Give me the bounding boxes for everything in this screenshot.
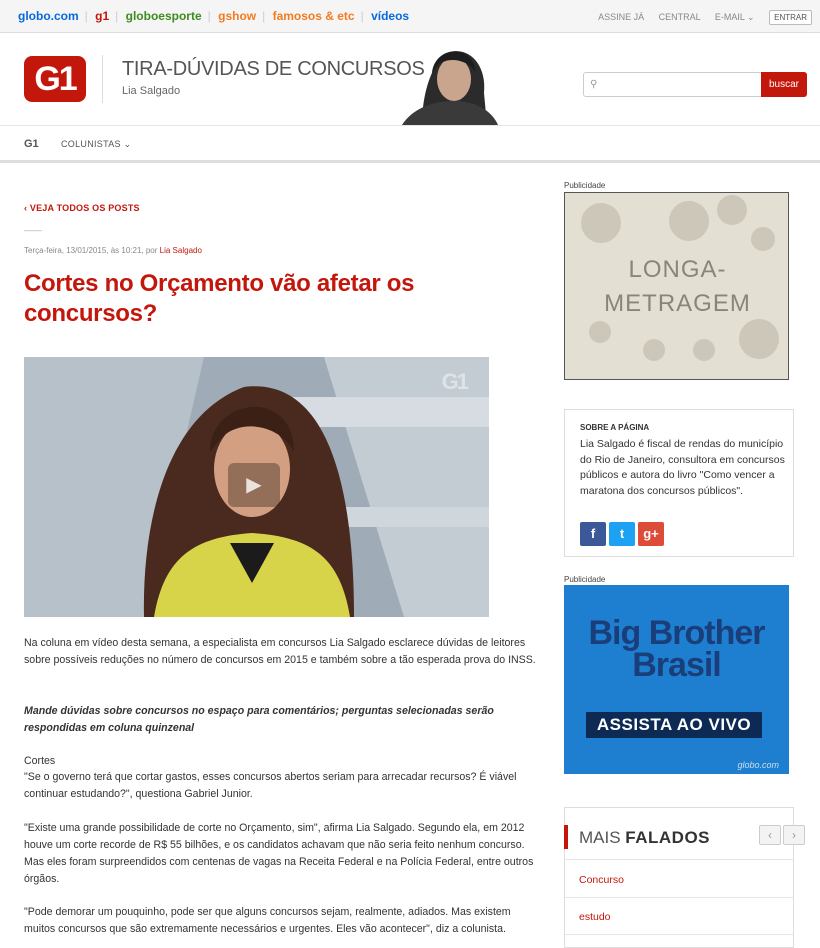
post-author-link[interactable]: Lia Salgado	[160, 246, 202, 255]
header-divider	[102, 55, 103, 103]
ad-label: Publicidade	[564, 575, 606, 584]
ad-photo-bubble	[581, 203, 621, 243]
ad-bbb-line2: Brasil	[632, 646, 722, 684]
mais-prefix: MAIS	[579, 828, 621, 847]
blog-header: G1 TIRA-DÚVIDAS DE CONCURSOS Lia Salgado…	[0, 33, 820, 125]
ad-globo-logo: globo.com	[737, 760, 779, 770]
ad-title: LONGA- METRAGEM	[565, 253, 788, 321]
central-link[interactable]: CENTRAL	[659, 12, 701, 22]
link-gshow[interactable]: gshow	[218, 9, 256, 23]
author-portrait	[402, 51, 498, 125]
colunistas-label: COLUNISTAS	[61, 139, 121, 149]
ad-photo-bubble	[589, 321, 611, 343]
list-item[interactable]: estudo	[579, 911, 611, 923]
paragraph-quote: "Pode demorar um pouquinho, pode ser que…	[24, 906, 511, 935]
prev-arrow-icon[interactable]: ‹	[759, 825, 781, 845]
ad-photo-bubble	[693, 339, 715, 361]
ad-watch-live: ASSISTA AO VIVO	[586, 712, 762, 738]
nav-g1-logo[interactable]: G1	[24, 138, 39, 150]
back-label: VEJA TODOS OS POSTS	[29, 203, 140, 213]
divider	[565, 859, 793, 860]
link-g1[interactable]: g1	[95, 9, 109, 23]
list-item[interactable]: Concurso	[579, 874, 624, 886]
paragraph-answer: "Existe uma grande possibilidade de cort…	[24, 822, 534, 885]
mais-falados-box: MAIS FALADOS ‹ › Concurso estudo	[564, 807, 805, 948]
account-links: ASSINE JÁ CENTRAL E-MAIL ⌄ ENTRAR	[586, 10, 812, 25]
video-player[interactable]: G1 ▶	[24, 357, 489, 617]
facebook-icon[interactable]: f	[580, 522, 606, 546]
link-famosos[interactable]: famosos & etc	[273, 9, 355, 23]
back-to-posts-link[interactable]: ‹ VEJA TODOS OS POSTS	[24, 203, 140, 213]
ad-banner-longa[interactable]: LONGA- METRAGEM	[564, 192, 789, 380]
post-date: Terça-feira, 13/01/2015, às 10:21, por	[24, 246, 158, 255]
chevron-down-icon: ⌄	[123, 139, 132, 149]
divider	[565, 897, 793, 898]
g1-logo[interactable]: G1	[24, 56, 86, 102]
ad-photo-bubble	[751, 227, 775, 251]
link-globo[interactable]: globo.com	[18, 9, 79, 23]
link-globoesporte[interactable]: globoesporte	[126, 9, 202, 23]
separator-dash: ——	[24, 225, 42, 235]
ad-bbb-line1: Big Brother	[588, 614, 766, 652]
post-title: Cortes no Orçamento vão afetar os concur…	[24, 270, 415, 327]
post-meta: Terça-feira, 13/01/2015, às 10:21, por L…	[24, 246, 202, 255]
ad-photo-bubble	[669, 201, 709, 241]
about-box: SOBRE A PÁGINA Lia Salgado é fiscal de r…	[564, 409, 794, 557]
ad-photo-bubble	[643, 339, 665, 361]
divider	[565, 934, 793, 935]
chevron-down-icon: ⌄	[747, 11, 755, 22]
mais-falados-heading: MAIS FALADOS	[579, 828, 710, 848]
email-label: E-MAIL	[714, 11, 745, 22]
search-input[interactable]	[604, 75, 754, 94]
section-heading-cortes: Cortes	[24, 755, 56, 767]
paragraph-cta: Mande dúvidas sobre concursos no espaço …	[24, 705, 494, 734]
search-icon: ⚲	[590, 79, 598, 90]
ad-photo-bubble	[717, 195, 747, 225]
about-text: Lia Salgado é fiscal de rendas do municí…	[580, 438, 785, 497]
twitter-icon[interactable]: t	[609, 522, 635, 546]
blog-title[interactable]: TIRA-DÚVIDAS DE CONCURSOS	[122, 58, 425, 81]
accent-bar	[564, 825, 568, 849]
ad-bbb-title: Big Brother Brasil	[564, 614, 789, 684]
ad-photo-bubble	[739, 319, 779, 359]
search-button[interactable]: buscar	[761, 72, 807, 97]
portal-links: globo.com | g1 | globoesporte | gshow | famo…	[18, 9, 410, 23]
paragraph-question: "Se o governo terá que cortar gastos, es…	[24, 771, 517, 800]
next-arrow-icon[interactable]: ›	[783, 825, 805, 845]
blog-author: Lia Salgado	[122, 85, 181, 97]
paragraph-intro: Na coluna em vídeo desta semana, a espec…	[24, 637, 536, 666]
ad-label: Publicidade	[564, 181, 606, 190]
colunistas-menu[interactable]: COLUNISTAS ⌄	[61, 139, 132, 150]
link-videos[interactable]: vídeos	[371, 9, 409, 23]
play-icon[interactable]: ▶	[228, 463, 280, 507]
assine-link[interactable]: ASSINE JÁ	[598, 12, 644, 22]
about-heading: SOBRE A PÁGINA	[580, 423, 650, 432]
email-link[interactable]: E-MAIL ⌄	[715, 12, 755, 22]
search-box: ⚲ buscar	[583, 72, 807, 97]
google-plus-icon[interactable]: g+	[638, 522, 664, 546]
global-topbar: globo.com | g1 | globoesporte | gshow | famo…	[0, 0, 820, 33]
ad-title-line2: METRAGEM	[604, 290, 751, 317]
section-nav: G1 COLUNISTAS ⌄	[0, 125, 820, 163]
mais-strong: FALADOS	[625, 828, 711, 847]
ad-title-line1: LONGA-	[628, 256, 727, 283]
video-watermark: G1	[441, 369, 469, 394]
ad-banner-bbb[interactable]: Big Brother Brasil ASSISTA AO VIVO globo.…	[564, 585, 789, 774]
entrar-button[interactable]: ENTRAR	[769, 10, 812, 25]
